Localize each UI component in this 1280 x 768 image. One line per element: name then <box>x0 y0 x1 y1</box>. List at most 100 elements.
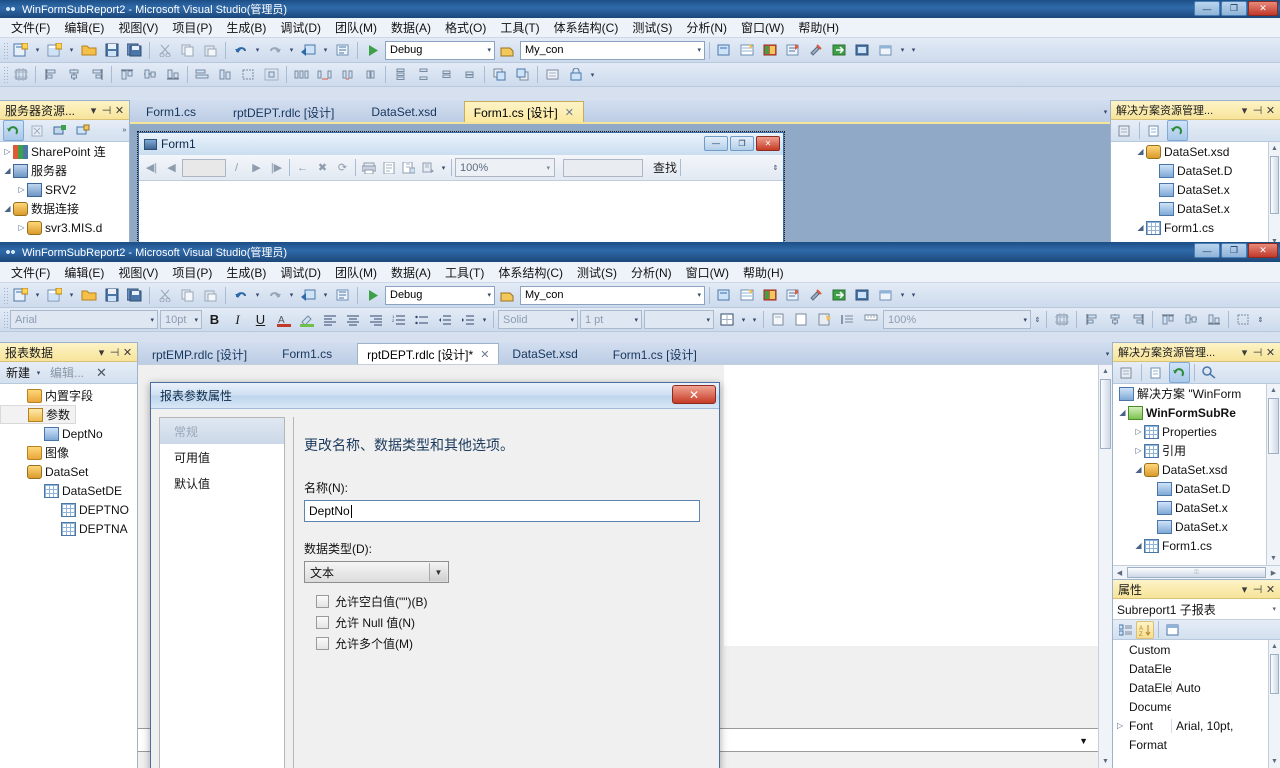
tree-vertical-scrollbar[interactable]: ▲ ▼ <box>1268 142 1280 248</box>
zoom-dropdown[interactable]: 100% <box>455 158 555 177</box>
menu-item-format[interactable]: 格式(O) <box>438 17 493 38</box>
show-all-files-icon[interactable] <box>1146 362 1167 383</box>
font-family-dropdown[interactable]: Arial <box>10 310 158 329</box>
refresh-icon[interactable]: ⟳ <box>333 158 352 178</box>
solution-explorer-tree[interactable]: 解决方案 "WinForm ◢ WinFormSubRe ▷ Propertie… <box>1113 384 1280 579</box>
tab-rptemp-rdlc[interactable]: rptEMP.rdlc [设计] <box>142 343 257 364</box>
window2-menubar[interactable]: 文件(F) 编辑(E) 视图(V) 项目(P) 生成(B) 调试(D) 团队(M… <box>0 262 1280 283</box>
options-icon[interactable] <box>806 40 827 61</box>
categorized-view-icon[interactable] <box>1116 621 1134 639</box>
dialog-titlebar[interactable]: 报表参数属性 ✕ <box>151 383 719 409</box>
last-page-icon[interactable]: |▶ <box>267 158 286 178</box>
scroll-thumb[interactable]: ⦙⦙⦙ <box>1127 567 1266 578</box>
show-all-files-icon[interactable] <box>1144 120 1165 141</box>
pin-icon[interactable]: ⊣ <box>1251 583 1264 596</box>
print-layout-icon[interactable] <box>379 158 398 178</box>
undo-dropdown-icon[interactable]: ▾ <box>253 40 262 60</box>
minimize-button[interactable]: — <box>1194 243 1220 258</box>
format-toolbar-overflow2-icon[interactable]: ▾ <box>750 310 759 330</box>
tree-item[interactable]: 图像 <box>0 443 137 462</box>
twisty-icon[interactable]: ◢ <box>1133 465 1144 474</box>
page-setup-icon[interactable] <box>399 158 418 178</box>
properties-header[interactable]: 属性 ▾ ⊣ ✕ <box>1113 580 1280 599</box>
designer-surface[interactable]: Form1 — ❐ ✕ ◀| ◀ / ▶ |▶ ← ✖ ⟳ ▾ 100% ▾ 查… <box>130 122 1110 248</box>
tree-item[interactable]: DataSet.D <box>1113 479 1280 498</box>
window-layout-icon[interactable] <box>875 285 896 306</box>
window1-menubar[interactable]: 文件(F) 编辑(E) 视图(V) 项目(P) 生成(B) 调试(D) 团队(M… <box>0 18 1280 38</box>
toolbar-overflow-icon[interactable]: ▾ <box>909 285 918 305</box>
menu-item-edit[interactable]: 编辑(E) <box>57 262 111 283</box>
connection-icon[interactable] <box>497 40 518 61</box>
menu-item-file[interactable]: 文件(F) <box>4 17 57 38</box>
new-button[interactable]: 新建 <box>6 364 30 381</box>
navigate-back-icon[interactable] <box>298 40 319 61</box>
scroll-down-icon[interactable]: ▼ <box>1269 755 1280 768</box>
view-class-diagram-icon[interactable] <box>1199 362 1220 383</box>
window2-tabstrip[interactable]: rptEMP.rdlc [设计] Form1.cs rptDEPT.rdlc [… <box>138 342 1112 364</box>
tree-item[interactable]: ◢ WinFormSubRe <box>1113 403 1280 422</box>
back-to-parent-icon[interactable]: ← <box>293 158 312 178</box>
numbered-list-icon[interactable]: 12 <box>388 309 409 330</box>
tree-item[interactable]: DeptNo <box>0 424 137 443</box>
menu-item-architecture[interactable]: 体系结构(C) <box>547 17 626 38</box>
tree-item[interactable]: 内置字段 <box>0 386 137 405</box>
open-file-icon[interactable] <box>78 285 99 306</box>
menu-item-test[interactable]: 测试(S) <box>625 17 679 38</box>
report-parameter-properties-dialog[interactable]: 报表参数属性 ✕ 常规 可用值 默认值 更改名称、数据类型和其他选项。 名称(N… <box>150 382 720 768</box>
name-input[interactable]: DeptNo <box>304 500 700 522</box>
twisty-icon[interactable]: ▷ <box>16 223 27 232</box>
refresh-icon[interactable] <box>1169 362 1190 383</box>
close-icon[interactable]: ✕ <box>1264 346 1277 359</box>
tree-item[interactable]: ◢ DataSet.xsd <box>1111 142 1280 161</box>
tree-item[interactable]: DataSet.x <box>1111 199 1280 218</box>
report-data-tree[interactable]: 内置字段 参数 DeptNo 图像 DataSet DataSetDE DEPT… <box>0 384 137 768</box>
property-pages-icon[interactable] <box>1163 621 1181 639</box>
borders-icon[interactable] <box>716 309 737 330</box>
tree-item[interactable]: DataSet.D <box>1111 161 1280 180</box>
scroll-thumb[interactable] <box>1100 379 1111 449</box>
menu-item-test[interactable]: 测试(S) <box>570 262 624 283</box>
object-browser-icon[interactable] <box>783 40 804 61</box>
scroll-down-icon[interactable]: ▼ <box>1099 755 1112 768</box>
menu-item-analyze[interactable]: 分析(N) <box>624 262 679 283</box>
server-explorer-toolbar[interactable]: » <box>0 120 129 142</box>
publish-icon[interactable] <box>829 40 850 61</box>
pin-icon[interactable]: ⊣ <box>100 104 113 117</box>
border-color-dropdown[interactable] <box>644 310 714 329</box>
find-button[interactable]: 查找 <box>653 159 677 176</box>
menu-item-build[interactable]: 生成(B) <box>219 262 273 283</box>
properties-icon[interactable] <box>1116 362 1137 383</box>
new-project-dropdown-icon[interactable]: ▾ <box>33 285 42 305</box>
menu-item-help[interactable]: 帮助(H) <box>791 17 846 38</box>
scroll-thumb[interactable] <box>1270 156 1279 214</box>
chevron-down-icon[interactable]: ▾ <box>1272 605 1276 613</box>
visual-studio-window-1[interactable]: WinFormSubReport2 - Microsoft Visual Stu… <box>0 0 1280 248</box>
tree-item[interactable]: ▷ 引用 <box>1113 441 1280 460</box>
server-explorer-tree[interactable]: ▷ SharePoint 连 ◢ 服务器 ▷ SRV2 ◢ 数据连接 ▷ svr… <box>0 142 129 248</box>
export-dropdown-icon[interactable]: ▾ <box>439 158 448 178</box>
add-item-dropdown-icon[interactable]: ▾ <box>67 285 76 305</box>
tree-item[interactable]: ▷ svr3.MIS.d <box>0 218 129 237</box>
add-item-icon[interactable] <box>44 40 65 61</box>
property-row[interactable]: Font ▷ Arial, 10pt, <box>1113 716 1280 735</box>
redo-dropdown-icon[interactable]: ▾ <box>287 285 296 305</box>
twisty-icon[interactable]: ▷ <box>16 185 27 194</box>
find-replace-icon[interactable] <box>332 40 353 61</box>
menu-item-window[interactable]: 窗口(W) <box>679 262 736 283</box>
align-left-icon[interactable] <box>319 309 340 330</box>
window1-titlebar[interactable]: WinFormSubReport2 - Microsoft Visual Stu… <box>0 0 1280 18</box>
font-color-icon[interactable]: A <box>273 309 294 330</box>
tree-item[interactable]: DataSetDE <box>0 481 137 500</box>
properties-panel[interactable]: 属性 ▾ ⊣ ✕ Subreport1 子报表 ▾ AZ Custom Data… <box>1112 580 1280 768</box>
navigate-back-icon[interactable] <box>298 285 319 306</box>
property-value[interactable]: Arial, 10pt, <box>1171 718 1280 733</box>
menu-item-debug[interactable]: 调试(D) <box>273 17 328 38</box>
property-row[interactable]: Format <box>1113 735 1280 754</box>
find-replace-icon[interactable] <box>332 285 353 306</box>
form1-preview-window[interactable]: Form1 — ❐ ✕ ◀| ◀ / ▶ |▶ ← ✖ ⟳ ▾ 100% ▾ 查… <box>137 131 785 248</box>
menu-item-data[interactable]: 数据(A) <box>384 17 438 38</box>
menu-item-project[interactable]: 项目(P) <box>165 262 219 283</box>
database-tool-icon[interactable] <box>852 40 873 61</box>
align-right-icon[interactable] <box>365 309 386 330</box>
save-all-icon[interactable] <box>124 285 145 306</box>
